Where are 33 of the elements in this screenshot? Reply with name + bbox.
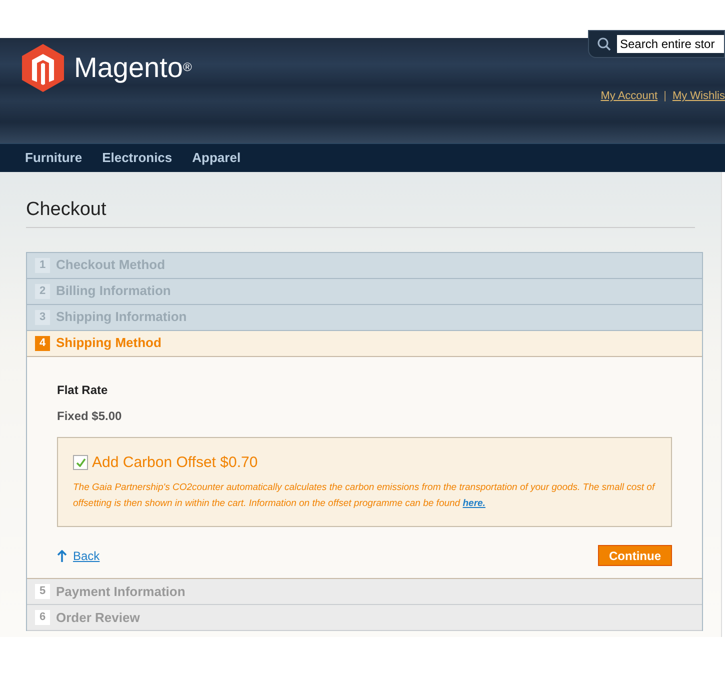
offset-checkbox[interactable] xyxy=(73,455,88,470)
shipping-price: Fixed $5.00 xyxy=(57,408,123,424)
link-separator: | xyxy=(664,89,666,104)
up-arrow-icon xyxy=(57,550,67,562)
logo-text: Magento$^{®}$ xyxy=(74,51,192,85)
step-title: Payment Information xyxy=(56,582,186,601)
carrier-name: Flat Rate xyxy=(57,382,109,398)
checkmark-icon xyxy=(76,458,86,468)
account-link[interactable]: My Wishlis xyxy=(672,88,725,104)
account-link[interactable]: My Account xyxy=(600,88,658,104)
continue-button[interactable]: Continue xyxy=(598,545,672,566)
offset-description: The Gaia Partnership's CO2counter automatically calculates the carbon emissions from the transportation of your goods. The small cost of offsetting is then shown in within the cart. Information on the offset programme can be found here. xyxy=(73,481,656,511)
step-number: 1 xyxy=(35,258,50,272)
nav-item[interactable]: Furniture xyxy=(25,148,82,168)
page-title: Checkout xyxy=(26,196,695,228)
step-title: Order Review xyxy=(56,608,140,627)
search-icon xyxy=(597,37,611,51)
offset-label: Add Carbon Offset $0.70 xyxy=(92,452,258,472)
checkout-step[interactable]: 6 Order Review xyxy=(27,605,702,631)
step-title: Shipping Method xyxy=(56,334,162,352)
logo-icon xyxy=(22,44,64,92)
nav-item[interactable]: Apparel xyxy=(192,148,241,168)
nav-item[interactable]: Electronics xyxy=(102,148,172,168)
back-link[interactable]: Back xyxy=(57,546,100,564)
info-link[interactable]: here. xyxy=(462,498,486,509)
search-field[interactable]: Search entire stor xyxy=(617,35,724,53)
checkout-step[interactable]: 5 Payment Information xyxy=(27,579,702,605)
step-number: 3 xyxy=(35,310,50,324)
step-number: 6 xyxy=(35,610,50,625)
checkout-step[interactable]: 4 Shipping Method xyxy=(27,330,702,356)
step-number: 4 xyxy=(35,336,50,350)
step-number: 5 xyxy=(35,584,50,599)
step-number: 2 xyxy=(35,284,50,298)
